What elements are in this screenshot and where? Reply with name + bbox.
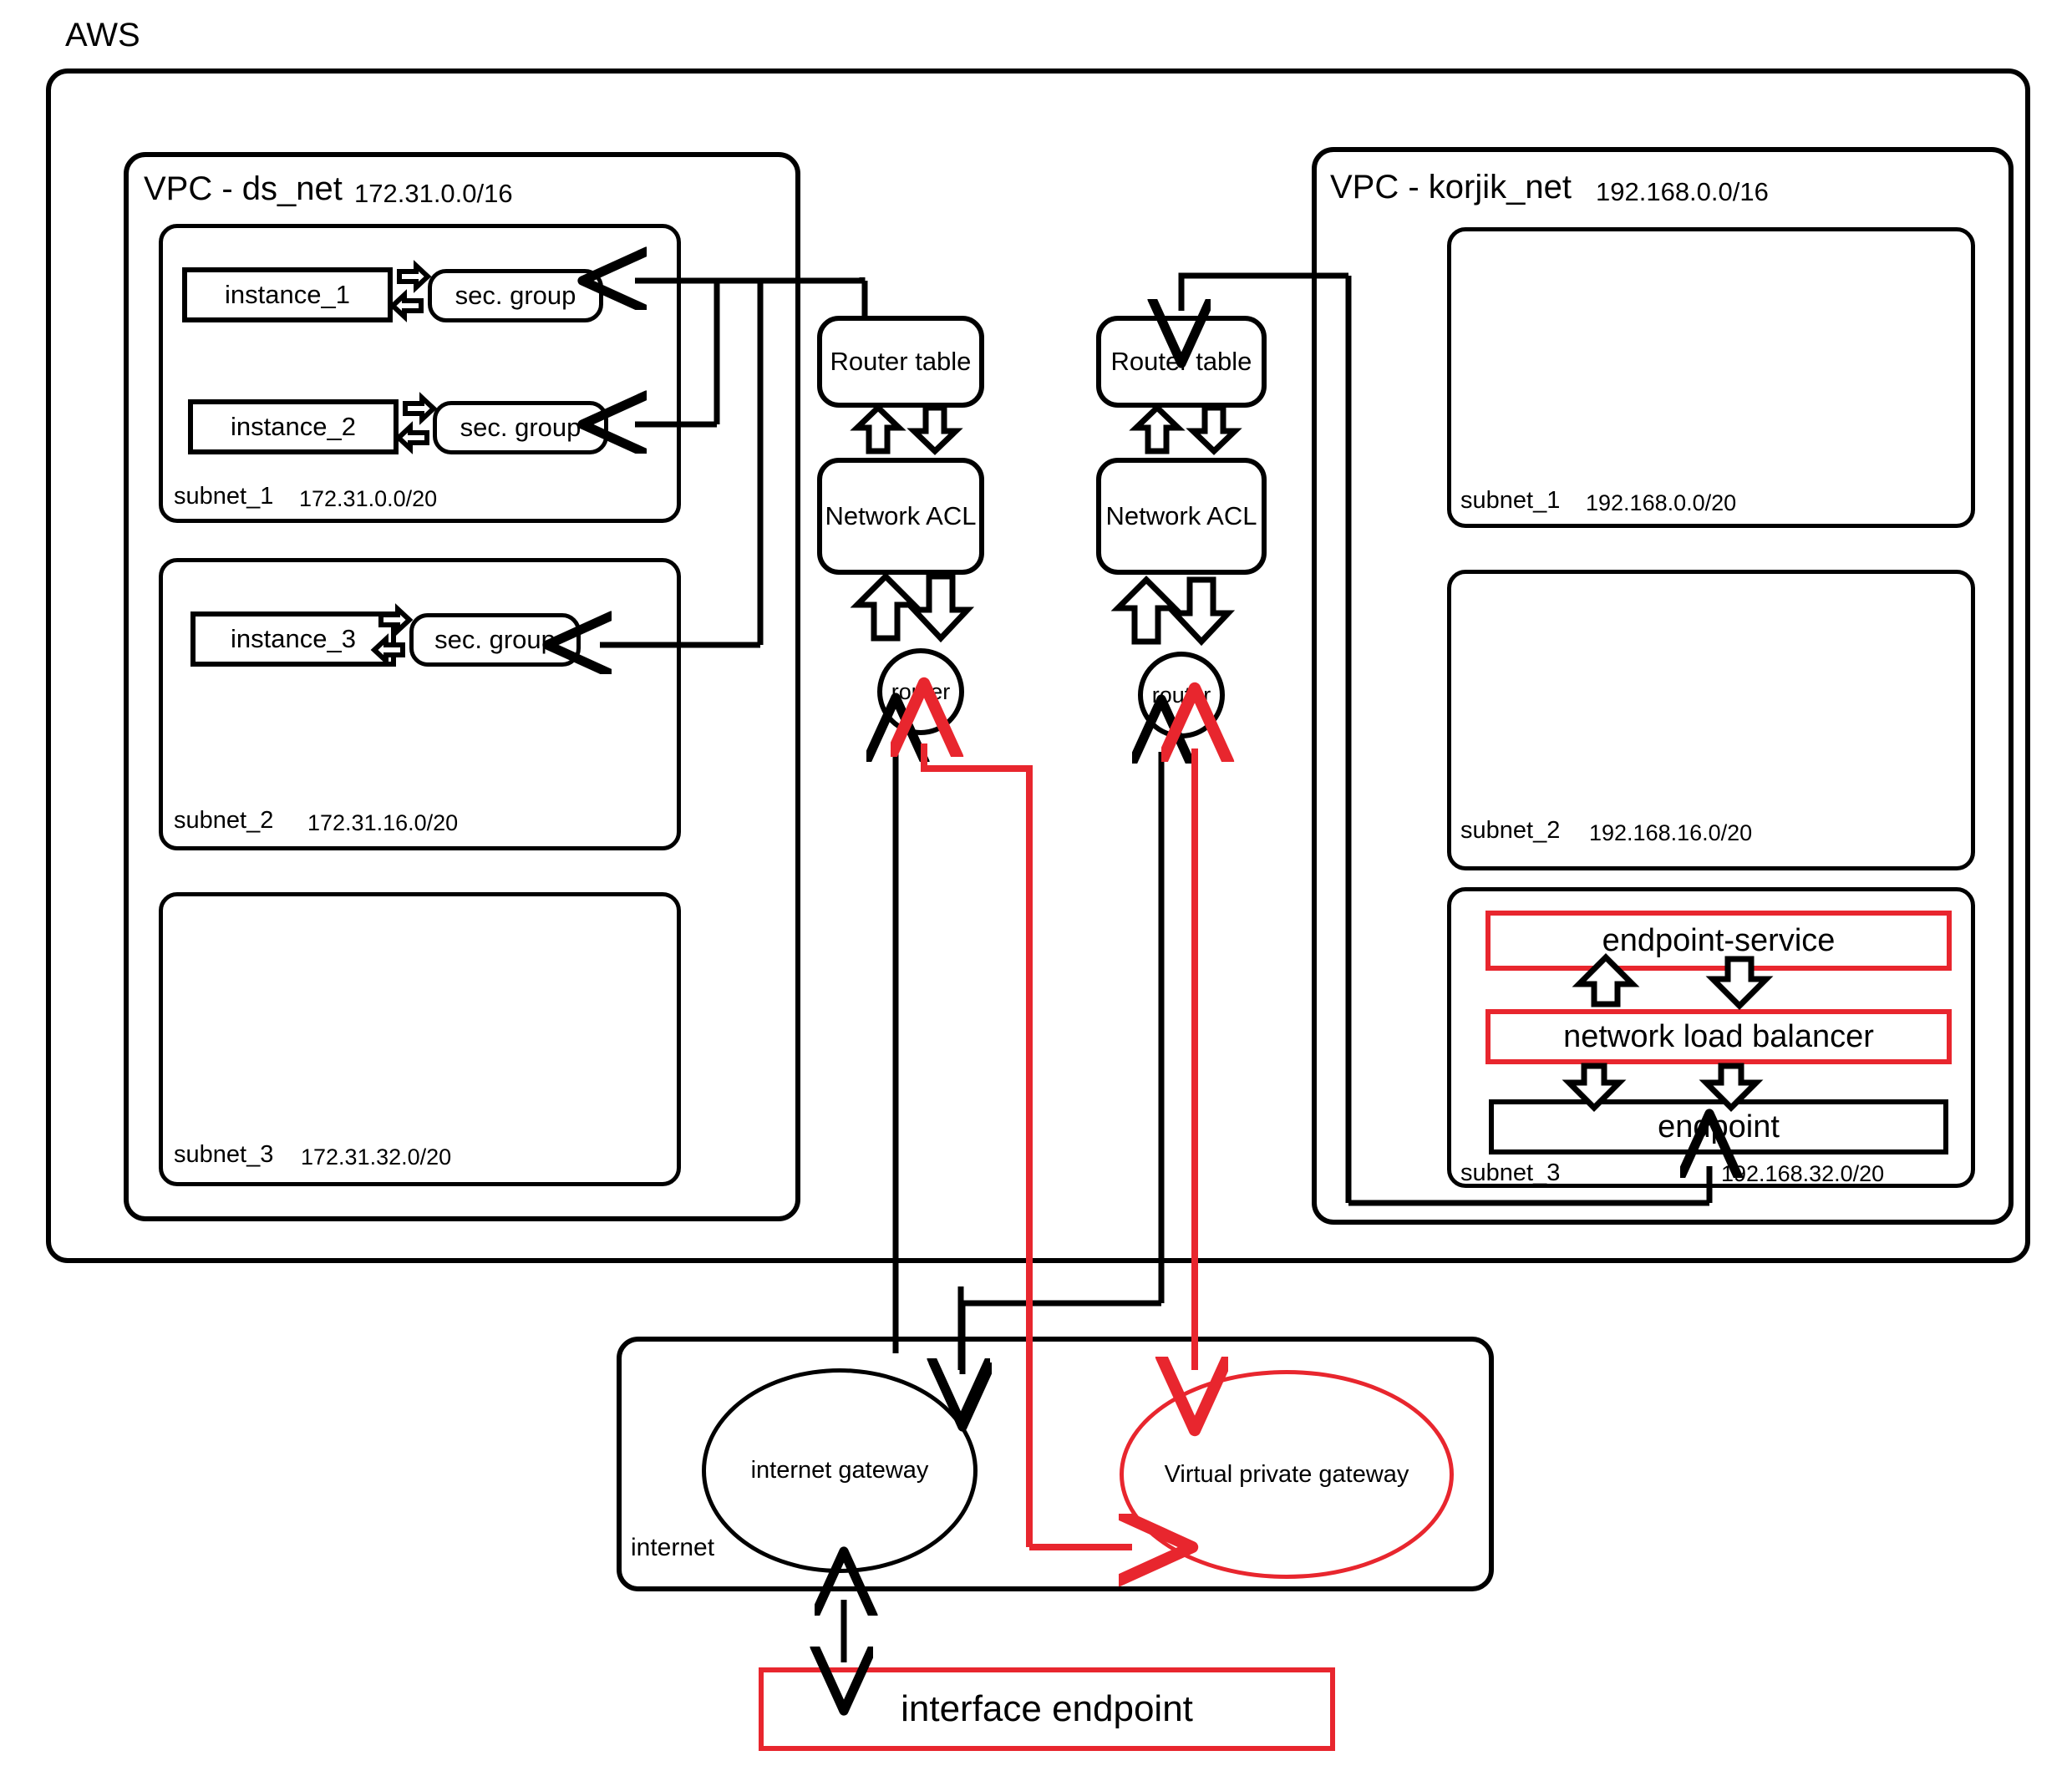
network-acl-1-box[interactable]: Network ACL <box>817 458 984 575</box>
sec-group-2-label: sec. group <box>460 413 581 442</box>
korjik-subnet-2-cidr: 192.168.16.0/20 <box>1589 820 1753 845</box>
ds-subnet-2-cidr: 172.31.16.0/20 <box>307 810 459 835</box>
router-table-2-label: Router table <box>1110 347 1252 376</box>
router-1-circle[interactable]: router <box>877 648 964 735</box>
sec-group-1-box[interactable]: sec. group <box>428 269 603 322</box>
vpc-ds-net-title: VPC - ds_net <box>144 170 343 207</box>
router-table-2-box[interactable]: Router table <box>1096 316 1267 408</box>
instance-2-box[interactable]: instance_2 <box>188 399 399 454</box>
internet-gateway-ellipse[interactable]: internet gateway <box>702 1368 978 1573</box>
instance-2-label: instance_2 <box>231 412 356 441</box>
network-load-balancer-box[interactable]: network load balancer <box>1485 1009 1952 1064</box>
router-1-label: router <box>891 678 951 704</box>
endpoint-label: endpoint <box>1658 1109 1780 1144</box>
virtual-private-gateway-label: Virtual private gateway <box>1164 1460 1409 1488</box>
instance-3-label: instance_3 <box>231 624 356 653</box>
ds-subnet-2-name: subnet_2 <box>174 807 274 834</box>
korjik-subnet-1-boundary <box>1447 227 1975 528</box>
endpoint-box[interactable]: endpoint <box>1489 1099 1948 1154</box>
router-2-circle[interactable]: router <box>1138 652 1225 738</box>
vpc-korjik-net-cidr: 192.168.0.0/16 <box>1596 177 1769 206</box>
sec-group-2-box[interactable]: sec. group <box>433 401 608 454</box>
ds-subnet-3-name: subnet_3 <box>174 1141 274 1168</box>
sec-group-1-label: sec. group <box>455 281 576 310</box>
network-acl-1-label: Network ACL <box>825 501 977 530</box>
aws-title: AWS <box>65 17 140 53</box>
korjik-subnet-2-name: subnet_2 <box>1460 817 1561 844</box>
korjik-subnet-1-cidr: 192.168.0.0/20 <box>1586 490 1737 515</box>
endpoint-service-label: endpoint-service <box>1602 922 1836 958</box>
sec-group-3-box[interactable]: sec. group <box>409 613 581 667</box>
ds-subnet-1-cidr: 172.31.0.0/20 <box>299 486 438 511</box>
router-table-1-label: Router table <box>830 347 972 376</box>
interface-endpoint-label: interface endpoint <box>901 1688 1193 1729</box>
sec-group-3-label: sec. group <box>434 625 556 654</box>
internet-gateway-label: internet gateway <box>750 1457 929 1484</box>
vpc-korjik-net-title: VPC - korjik_net <box>1330 169 1572 206</box>
interface-endpoint-box[interactable]: interface endpoint <box>759 1667 1335 1751</box>
ds-subnet-1-name: subnet_1 <box>174 483 274 510</box>
instance-1-box[interactable]: instance_1 <box>182 267 393 322</box>
router-table-1-box[interactable]: Router table <box>817 316 984 408</box>
korjik-subnet-1-name: subnet_1 <box>1460 487 1561 514</box>
network-acl-2-label: Network ACL <box>1105 501 1257 530</box>
diagram-canvas: AWS VPC - ds_net 172.31.0.0/16 subnet_1 … <box>0 0 2072 1771</box>
instance-1-label: instance_1 <box>225 280 350 309</box>
router-2-label: router <box>1151 682 1211 708</box>
instance-3-box[interactable]: instance_3 <box>190 611 396 667</box>
korjik-subnet-3-cidr: 192.168.32.0/20 <box>1721 1161 1885 1186</box>
network-load-balancer-label: network load balancer <box>1563 1018 1874 1054</box>
endpoint-service-box[interactable]: endpoint-service <box>1485 911 1952 971</box>
ds-subnet-3-cidr: 172.31.32.0/20 <box>301 1144 452 1170</box>
virtual-private-gateway-ellipse[interactable]: Virtual private gateway <box>1120 1370 1454 1579</box>
network-acl-2-box[interactable]: Network ACL <box>1096 458 1267 575</box>
korjik-subnet-3-name: subnet_3 <box>1460 1160 1561 1186</box>
internet-label: internet <box>631 1534 715 1561</box>
vpc-ds-net-cidr: 172.31.0.0/16 <box>354 179 513 208</box>
